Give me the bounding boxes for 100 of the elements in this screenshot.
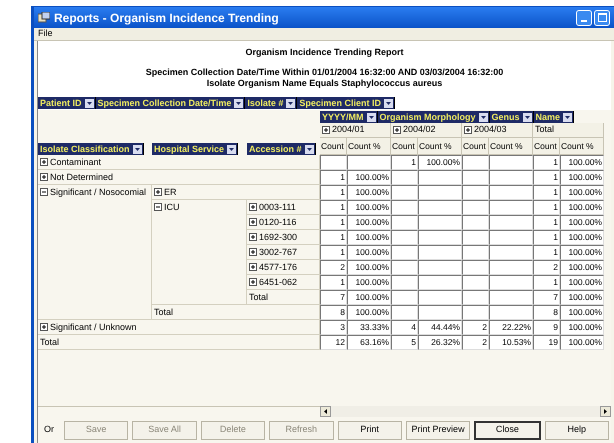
plus-icon[interactable] xyxy=(249,278,257,286)
data-cell xyxy=(391,245,418,260)
measure-header: Count % xyxy=(347,138,391,155)
data-cell xyxy=(462,275,489,290)
row-label: Significant / Nosocomial xyxy=(38,185,152,320)
data-cell xyxy=(391,305,418,320)
data-cell: 1 xyxy=(533,245,560,260)
row-label: Significant / Unknown xyxy=(38,320,320,335)
field-button[interactable]: Genus xyxy=(490,111,534,123)
data-cell xyxy=(418,230,462,245)
action-button[interactable]: Close xyxy=(474,420,541,440)
dropdown-arrow-icon[interactable] xyxy=(366,112,376,122)
data-cell: 100.00% xyxy=(560,215,604,230)
plus-icon[interactable] xyxy=(322,126,330,134)
maximize-button[interactable] xyxy=(594,10,610,26)
data-cell: 1 xyxy=(533,155,560,170)
data-cell: 100.00% xyxy=(560,335,604,350)
field-button[interactable]: Accession # xyxy=(247,143,316,155)
scroll-right-icon[interactable] xyxy=(600,406,611,417)
data-cell xyxy=(489,305,533,320)
action-button[interactable]: Help xyxy=(544,420,609,440)
dropdown-arrow-icon[interactable] xyxy=(84,98,94,108)
data-cell xyxy=(489,245,533,260)
data-cell xyxy=(489,200,533,215)
report-criteria: Isolate Organism Name Equals Staphylococcus aureus xyxy=(206,78,442,89)
data-cell xyxy=(462,155,489,170)
minus-icon[interactable] xyxy=(40,188,48,196)
footer-label: Or xyxy=(44,423,55,436)
data-cell xyxy=(418,290,462,305)
plus-icon[interactable] xyxy=(154,188,162,196)
row-label: 0120-116 xyxy=(247,215,320,230)
measure-header: Count % xyxy=(418,138,462,155)
data-cell: 63.16% xyxy=(347,335,391,350)
data-cell: 33.33% xyxy=(347,320,391,335)
dropdown-arrow-icon[interactable] xyxy=(304,144,314,154)
row-label: 3002-767 xyxy=(247,245,320,260)
data-cell: 1 xyxy=(320,230,347,245)
plus-icon[interactable] xyxy=(40,173,48,181)
maximize-icon xyxy=(598,13,606,22)
data-cell xyxy=(462,305,489,320)
horizontal-scrollbar[interactable] xyxy=(320,406,611,417)
minimize-button[interactable] xyxy=(576,10,592,26)
data-cell xyxy=(462,245,489,260)
dropdown-arrow-icon[interactable] xyxy=(522,112,532,122)
field-button[interactable]: Name xyxy=(534,111,574,123)
field-button[interactable]: Hospital Service xyxy=(152,143,238,155)
plus-icon[interactable] xyxy=(464,126,472,134)
plus-icon[interactable] xyxy=(393,126,401,134)
data-cell xyxy=(391,275,418,290)
row-label: 6451-062 xyxy=(247,275,320,290)
field-button[interactable]: Specimen Collection Date/Time xyxy=(96,97,246,109)
field-button[interactable]: Organism Morphology xyxy=(378,111,490,123)
data-cell: 12 xyxy=(320,335,347,350)
field-button[interactable]: Patient ID xyxy=(38,97,96,109)
dropdown-arrow-icon[interactable] xyxy=(478,112,488,122)
data-cell: 26.32% xyxy=(418,335,462,350)
report-criteria: Specimen Collection Date/Time Within 01/01/2004 16:32:00 AND 03/03/2004 16:32:00 xyxy=(146,67,504,78)
dropdown-arrow-icon[interactable] xyxy=(234,98,244,108)
data-cell: 100.00% xyxy=(560,200,604,215)
scroll-left-icon[interactable] xyxy=(320,406,331,417)
data-cell: 1 xyxy=(533,170,560,185)
data-cell: 19 xyxy=(533,335,560,350)
action-button[interactable]: Print Preview xyxy=(406,420,470,440)
data-cell: 100.00% xyxy=(418,155,462,170)
minimize-icon xyxy=(581,20,587,22)
plus-icon[interactable] xyxy=(40,323,48,331)
menu-item[interactable]: File xyxy=(38,27,53,41)
data-cell: 7 xyxy=(533,290,560,305)
data-cell: 100.00% xyxy=(560,185,604,200)
data-cell: 1 xyxy=(320,185,347,200)
field-button[interactable]: Isolate Classification xyxy=(38,143,144,155)
dropdown-arrow-icon[interactable] xyxy=(384,98,393,108)
minus-icon[interactable] xyxy=(154,203,162,211)
dropdown-arrow-icon[interactable] xyxy=(132,144,142,154)
data-cell: 100.00% xyxy=(347,215,391,230)
field-button[interactable]: Isolate # xyxy=(245,97,298,109)
row-label: ICU xyxy=(152,200,247,305)
plus-icon[interactable] xyxy=(249,218,257,226)
column-header: 2004/02 xyxy=(391,123,462,138)
data-cell xyxy=(489,290,533,305)
dropdown-arrow-icon[interactable] xyxy=(563,112,572,122)
field-button[interactable]: Specimen Client ID xyxy=(297,97,395,109)
plus-icon[interactable] xyxy=(249,248,257,256)
data-cell: 1 xyxy=(320,170,347,185)
measure-header: Count xyxy=(533,138,560,155)
dropdown-arrow-icon[interactable] xyxy=(227,144,236,154)
field-button[interactable]: YYYY/MM xyxy=(320,111,378,123)
row-label: Total xyxy=(152,305,320,320)
plus-icon[interactable] xyxy=(40,158,48,166)
plus-icon[interactable] xyxy=(249,203,257,211)
data-cell xyxy=(489,215,533,230)
data-cell: 2 xyxy=(462,320,489,335)
data-cell: 2 xyxy=(320,260,347,275)
data-cell: 4 xyxy=(391,320,418,335)
plus-icon[interactable] xyxy=(249,233,257,241)
row-label: Contaminant xyxy=(38,155,320,170)
action-button[interactable]: Print xyxy=(338,420,402,440)
row-label: 1692-300 xyxy=(247,230,320,245)
dropdown-arrow-icon[interactable] xyxy=(286,98,296,108)
plus-icon[interactable] xyxy=(249,263,257,271)
